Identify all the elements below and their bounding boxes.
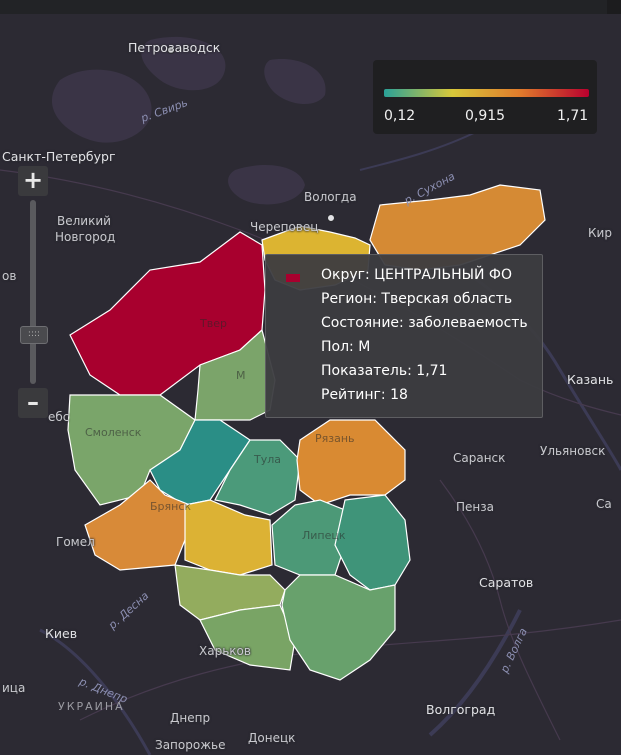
region-label-ryazan: Рязань (315, 432, 355, 445)
map-viewer: Петрозаводск р. Свирь Санкт-Петербург Во… (0, 0, 621, 755)
city-vitebsk-partial: ебс (48, 410, 70, 424)
tooltip-indicator: Показатель: 1,71 (321, 363, 448, 379)
city-petrozavodsk: Петрозаводск (128, 40, 221, 55)
region-label-tver: Твер (200, 317, 227, 330)
city-volgograd: Волгоград (426, 702, 496, 717)
legend-gradient-bar (384, 89, 589, 97)
region-label-tula: Тула (254, 453, 282, 466)
tooltip-district: Округ: ЦЕНТРАЛЬНЫЙ ФО (321, 267, 512, 283)
city-ulyanovsk: Ульяновск (540, 444, 606, 458)
tooltip-rating: Рейтинг: 18 (321, 387, 408, 403)
city-saransk: Саранск (453, 451, 506, 465)
city-spb: Санкт-Петербург (2, 149, 116, 164)
tooltip-color-swatch (286, 274, 300, 282)
zoom-control: + :::: – (18, 166, 48, 422)
city-kiev: Киев (45, 626, 78, 641)
tooltip-region: Регион: Тверская область (321, 291, 513, 307)
color-legend: 0,12 0,915 1,71 (373, 60, 597, 134)
region-label-bryansk: Брянск (150, 500, 192, 513)
city-penza: Пенза (456, 500, 494, 514)
city-kazan: Казань (567, 372, 614, 387)
city-zaporozhye: Запорожье (155, 738, 226, 752)
city-kharkov: Харьков (199, 644, 251, 658)
city-gomel: Гомел (56, 535, 95, 549)
city-saratov: Саратов (479, 575, 534, 590)
tooltip-state: Состояние: заболеваемость (321, 315, 528, 331)
top-bar (0, 0, 621, 15)
city-samara-partial: Са (596, 497, 612, 511)
zoom-out-button[interactable]: – (18, 388, 48, 418)
zoom-slider-handle[interactable]: :::: (20, 326, 48, 344)
tooltip-sex: Пол: М (321, 339, 371, 355)
region-label-lipetsk: Липецк (302, 529, 346, 542)
city-donetsk: Донецк (248, 731, 296, 745)
city-novgorod-1: Великий (57, 214, 111, 228)
top-bar-corner (607, 0, 621, 14)
city-cherepovets: Череповец (250, 220, 319, 234)
country-ukraine: УКРАИНА (58, 700, 125, 713)
city-novgorod-2: Новгород (55, 230, 116, 244)
city-vologda: Вологда (304, 190, 357, 204)
city-left-partial-1: ов (2, 269, 17, 283)
city-dnepr: Днепр (170, 711, 211, 725)
zoom-slider-track[interactable] (30, 200, 36, 384)
legend-max-label: 1,71 (557, 108, 589, 124)
region-tooltip: Округ: ЦЕНТРАЛЬНЫЙ ФО Регион: Тверская о… (265, 254, 543, 418)
city-dot-vologda (327, 214, 335, 222)
legend-min-label: 0,12 (384, 108, 416, 124)
city-kirov-partial: Кир (588, 226, 612, 240)
region-label-smolensk: Смоленск (85, 426, 142, 439)
legend-mid-label: 0,915 (465, 108, 506, 124)
city-left-partial-2: ица (2, 681, 26, 695)
region-label-m: М (236, 369, 246, 382)
zoom-in-button[interactable]: + (18, 166, 48, 196)
